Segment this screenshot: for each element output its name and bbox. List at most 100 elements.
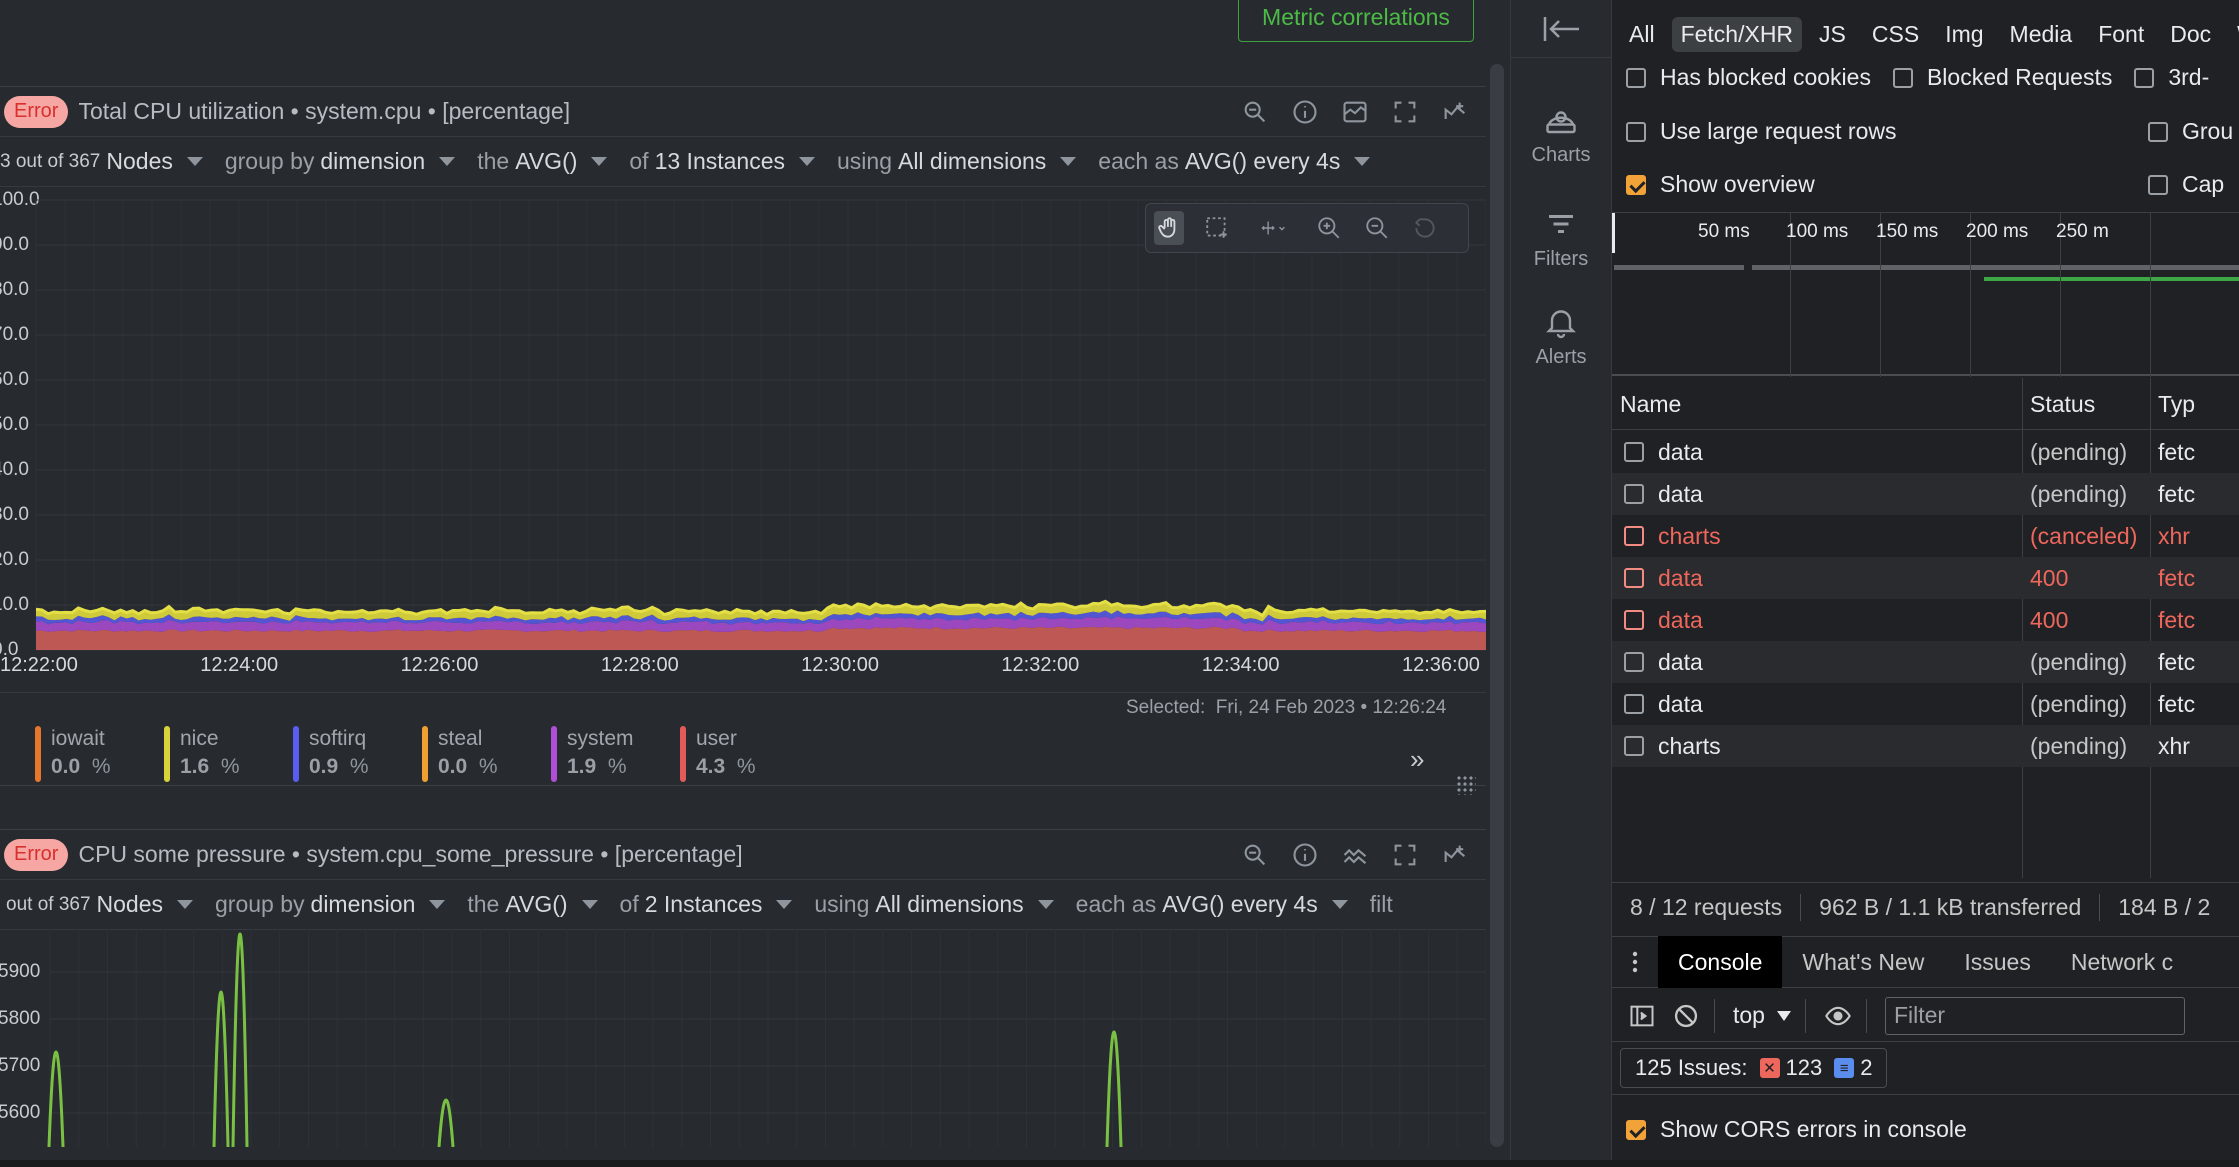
zoom-search-icon[interactable]	[1238, 95, 1272, 129]
page-scrollbar[interactable]	[1490, 64, 1504, 1147]
aggregation-selector[interactable]: the AVG()	[477, 148, 608, 175]
charts-icon	[1546, 111, 1576, 134]
nav-charts[interactable]: Charts	[1511, 102, 1611, 167]
chevron-down-icon	[776, 900, 793, 909]
blocked-requests-checkbox[interactable]: Blocked Requests	[1892, 64, 2112, 91]
resize-handle-icon[interactable]	[1456, 775, 1476, 795]
pan-hand-icon[interactable]	[1154, 211, 1184, 245]
nodes-selector[interactable]: 3 out of 367 Nodes	[0, 148, 203, 175]
chart-controls: out of 367 Nodes group by dimension the AVG…	[0, 880, 1486, 930]
fullscreen-icon[interactable]	[1388, 838, 1422, 872]
table-row[interactable]: data (pending) fetc	[1612, 431, 2239, 473]
table-row[interactable]: data (pending) fetc	[1612, 473, 2239, 515]
horizontal-select-icon[interactable]	[1250, 211, 1296, 245]
fullscreen-icon[interactable]	[1388, 95, 1422, 129]
table-row[interactable]: data 400 fetc	[1612, 599, 2239, 641]
add-to-dashboard-icon[interactable]	[1438, 838, 1472, 872]
more-tabs-icon[interactable]	[1612, 950, 1658, 974]
select-area-icon[interactable]	[1202, 211, 1232, 245]
third-party-checkbox[interactable]: 3rd-	[2134, 64, 2209, 91]
instances-selector[interactable]: of 2 Instances	[620, 891, 793, 918]
row-checkbox[interactable]	[1624, 568, 1644, 588]
type-filter-doc[interactable]: Doc	[2161, 17, 2220, 52]
cpu-pressure-line-chart[interactable]	[0, 929, 1486, 1147]
show-overview-checkbox[interactable]: Show overview	[1626, 171, 1815, 198]
info-icon[interactable]	[1288, 838, 1322, 872]
zoom-search-icon[interactable]	[1238, 838, 1272, 872]
nav-filters[interactable]: Filters	[1511, 206, 1611, 271]
table-row[interactable]: charts (pending) xhr	[1612, 725, 2239, 767]
table-row[interactable]: data (pending) fetc	[1612, 683, 2239, 725]
drawer-tab-what-s-new[interactable]: What's New	[1782, 936, 1944, 988]
column-name-header[interactable]: Name	[1612, 378, 1681, 430]
group-by-selector[interactable]: group by dimension	[215, 891, 446, 918]
aggregation-selector[interactable]: the AVG()	[467, 891, 598, 918]
row-checkbox[interactable]	[1624, 610, 1644, 630]
error-badge[interactable]: Error	[4, 95, 69, 128]
drawer-tab-console[interactable]: Console	[1658, 936, 1783, 988]
clear-console-icon[interactable]	[1666, 996, 1706, 1036]
has-blocked-cookies-checkbox[interactable]: Has blocked cookies	[1626, 64, 1871, 91]
row-checkbox[interactable]	[1624, 736, 1644, 756]
group-by-selector[interactable]: group by dimension	[225, 148, 456, 175]
column-status-header[interactable]: Status	[2022, 378, 2095, 430]
type-filter-all[interactable]: All	[1620, 17, 1664, 52]
large-rows-checkbox[interactable]: Use large request rows	[1626, 118, 1897, 145]
sidebar-toggle-icon[interactable]	[1622, 996, 1662, 1036]
type-filter-ws[interactable]: WS	[2228, 17, 2239, 52]
table-row[interactable]: data (pending) fetc	[1612, 641, 2239, 683]
type-filter-media[interactable]: Media	[2001, 17, 2082, 52]
request-name: data	[1658, 438, 1703, 465]
line-chart-icon[interactable]	[1338, 838, 1372, 872]
info-icon[interactable]	[1288, 95, 1322, 129]
type-filter-js[interactable]: JS	[1810, 17, 1855, 52]
cpu-stacked-area-chart[interactable]	[0, 186, 1486, 656]
time-aggregation-selector[interactable]: each as AVG() every 4s	[1098, 148, 1371, 175]
chart-header-actions	[1238, 87, 1472, 137]
type-filter-fetch-xhr[interactable]: Fetch/XHR	[1671, 16, 1803, 52]
legend-color-swatch	[422, 726, 428, 782]
zoom-out-icon[interactable]	[1362, 211, 1392, 245]
issues-counter[interactable]: 125 Issues: ✕ 123 ≡ 2	[1620, 1048, 1888, 1088]
column-type-header[interactable]: Typ	[2150, 378, 2195, 430]
context-selector[interactable]: top	[1733, 1002, 1791, 1029]
add-to-dashboard-icon[interactable]	[1438, 95, 1472, 129]
zoom-in-icon[interactable]	[1314, 211, 1344, 245]
type-filter-font[interactable]: Font	[2089, 17, 2153, 52]
live-expression-eye-icon[interactable]	[1818, 996, 1858, 1036]
network-overview-timeline[interactable]: 50 ms 100 ms 150 ms 200 ms 250 m	[1612, 212, 2239, 377]
reset-icon[interactable]	[1410, 211, 1440, 245]
nav-alerts[interactable]: Alerts	[1511, 304, 1611, 369]
request-name: charts	[1658, 522, 1721, 549]
time-aggregation-selector[interactable]: each as AVG() every 4s	[1076, 891, 1348, 918]
legend-more-icon[interactable]: »	[1410, 744, 1424, 775]
type-filter-img[interactable]: Img	[1936, 17, 1992, 52]
table-row[interactable]: data 400 fetc	[1612, 557, 2239, 599]
legend-name: steal	[438, 727, 483, 750]
row-checkbox[interactable]	[1624, 442, 1644, 462]
capture-screenshots-checkbox[interactable]: Cap	[2148, 171, 2224, 198]
console-filter-input[interactable]: Filter	[1884, 996, 2185, 1035]
table-row[interactable]: charts (canceled) xhr	[1612, 515, 2239, 557]
dimensions-selector[interactable]: using All dimensions	[837, 148, 1077, 175]
row-checkbox[interactable]	[1624, 526, 1644, 546]
filter-selector[interactable]: filt	[1370, 891, 1393, 918]
collapse-sidebar-button[interactable]	[1511, 0, 1611, 58]
row-checkbox[interactable]	[1624, 484, 1644, 504]
row-checkbox[interactable]	[1624, 652, 1644, 672]
chart-type-icon[interactable]	[1338, 95, 1372, 129]
error-badge[interactable]: Error	[4, 838, 69, 871]
drawer-tab-network-c[interactable]: Network c	[2051, 936, 2193, 988]
dimensions-selector[interactable]: using All dimensions	[814, 891, 1054, 918]
metric-correlations-button[interactable]: Metric correlations	[1238, 0, 1474, 42]
request-name: data	[1658, 690, 1703, 717]
overview-tick-label: 100 ms	[1786, 221, 1849, 242]
instances-selector[interactable]: of 13 Instances	[629, 148, 815, 175]
row-checkbox[interactable]	[1624, 694, 1644, 714]
type-filter-css[interactable]: CSS	[1863, 17, 1928, 52]
nodes-selector[interactable]: out of 367 Nodes	[0, 891, 194, 918]
group-by-frame-checkbox[interactable]: Grou	[2148, 118, 2233, 145]
drawer-tab-issues[interactable]: Issues	[1944, 936, 2050, 988]
legend-color-swatch	[680, 726, 686, 782]
show-cors-errors-checkbox[interactable]: Show CORS errors in console	[1626, 1116, 1967, 1143]
